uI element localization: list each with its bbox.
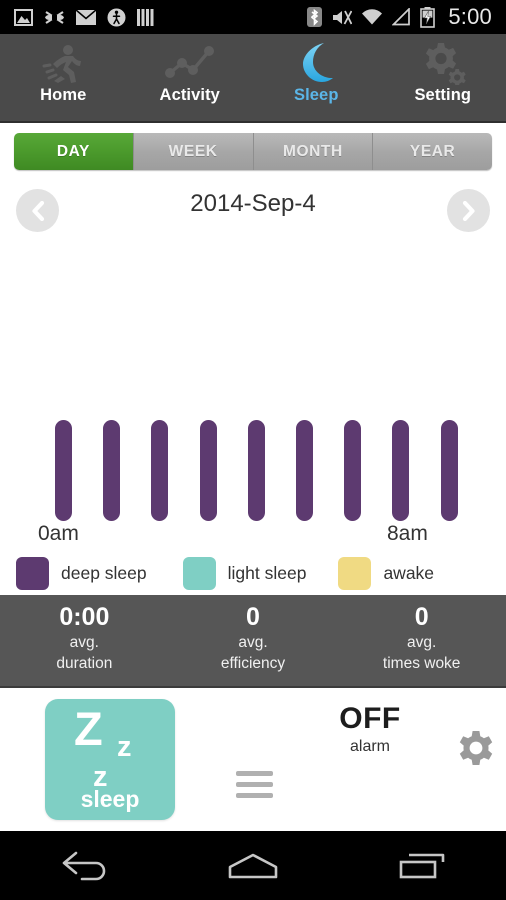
signal-icon <box>392 8 411 26</box>
mute-icon <box>333 10 353 24</box>
main-tab-bar: Home Activity Sleep Setting <box>0 34 506 123</box>
android-home-button[interactable] <box>169 849 338 883</box>
alarm-state-value: OFF <box>339 702 401 735</box>
legend-swatch-light-sleep <box>182 557 216 590</box>
sleep-bars <box>0 240 506 530</box>
legend-swatch-deep-sleep <box>16 557 49 590</box>
status-bar: 5:00 <box>0 0 506 34</box>
shuffle-icon <box>45 10 64 24</box>
home-icon <box>228 853 278 878</box>
chart-axis-labels: 0am 8am <box>0 522 506 552</box>
stat-avg-efficiency-label2: efficiency <box>220 655 286 672</box>
sleep-chart: 0am 8am deep sleep light sleep awake <box>0 240 506 595</box>
period-tab-day[interactable]: DAY <box>14 133 134 170</box>
chevron-right-icon <box>462 200 475 221</box>
bottom-controls: Z z z sleep OFF alarm <box>0 688 506 831</box>
app-root: 5:00 Home Activity Sleep Setting DAY WEE… <box>0 0 506 900</box>
stat-avg-times-woke-label1: avg. <box>407 634 437 651</box>
tab-sleep-label: Sleep <box>293 86 339 104</box>
tab-sleep[interactable]: Sleep <box>253 34 380 121</box>
tab-activity[interactable]: Activity <box>127 34 254 121</box>
axis-label-end: 8am <box>387 522 428 545</box>
moon-icon <box>294 41 338 85</box>
current-date-label: 2014-Sep-4 <box>190 190 316 217</box>
period-tabs: DAY WEEK MONTH YEAR <box>14 133 492 170</box>
mail-icon <box>76 9 96 25</box>
photo-icon <box>14 8 33 26</box>
legend-item-awake: awake <box>338 557 434 590</box>
sleep-bar <box>440 420 458 521</box>
sleep-bar <box>392 420 410 521</box>
stat-avg-times-woke-value: 0 <box>414 603 429 631</box>
status-bar-clock: 5:00 <box>448 4 492 29</box>
back-icon <box>63 851 106 880</box>
stat-avg-duration-value: 0:00 <box>59 603 110 631</box>
gear-icon <box>419 41 467 85</box>
period-tab-bar: DAY WEEK MONTH YEAR <box>0 123 506 180</box>
legend-item-light-sleep: light sleep <box>182 557 307 590</box>
bluetooth-icon <box>307 7 323 27</box>
legend-label-deep-sleep: deep sleep <box>61 563 147 583</box>
sleep-bar <box>151 420 169 521</box>
stat-avg-efficiency-value: 0 <box>246 603 260 631</box>
stat-avg-times-woke: 0 avg. times woke <box>337 595 506 686</box>
hamburger-icon[interactable] <box>236 771 273 798</box>
stat-avg-duration: 0:00 avg. duration <box>0 595 169 686</box>
chart-legend: deep sleep light sleep awake <box>0 552 506 595</box>
legend-swatch-awake <box>338 557 372 590</box>
sleep-bar <box>344 420 362 521</box>
tab-setting-label: Setting <box>414 86 472 104</box>
wifi-icon <box>362 9 383 25</box>
android-recents-button[interactable] <box>337 849 506 883</box>
date-navigation: 2014-Sep-4 <box>0 180 506 240</box>
stat-avg-efficiency-label1: avg. <box>238 634 268 651</box>
android-back-button[interactable] <box>0 849 169 883</box>
recents-icon <box>399 853 444 878</box>
gear-icon <box>459 731 493 765</box>
alarm-label: alarm <box>349 738 390 755</box>
period-tab-week[interactable]: WEEK <box>133 133 254 170</box>
sleep-bar <box>296 420 313 521</box>
legend-label-light-sleep: light sleep <box>227 563 307 583</box>
sleep-button-label: sleep <box>80 786 140 812</box>
sleep-stats-bar: 0:00 avg. duration 0 avg. efficiency 0 a… <box>0 595 506 688</box>
android-navigation-bar <box>0 831 506 900</box>
hamburger-bar <box>236 793 273 798</box>
alarm-status[interactable]: OFF alarm <box>300 702 440 756</box>
stat-avg-duration-label1: avg. <box>69 634 99 651</box>
tab-activity-label: Activity <box>159 86 220 104</box>
stat-avg-duration-label2: duration <box>56 655 113 672</box>
axis-label-start: 0am <box>38 522 79 545</box>
status-bar-left-icons <box>14 8 154 27</box>
stat-avg-efficiency: 0 avg. efficiency <box>169 595 338 686</box>
sleep-bar <box>55 420 72 521</box>
hamburger-bar <box>236 771 273 776</box>
bars-icon <box>137 8 154 26</box>
sleep-bar <box>199 420 217 521</box>
sleep-mode-button[interactable]: Z z z sleep <box>45 699 175 820</box>
tab-home[interactable]: Home <box>0 34 127 121</box>
sleep-z-medium: z <box>117 731 132 763</box>
tab-home-label: Home <box>40 86 87 104</box>
alarm-settings-button[interactable] <box>455 729 497 776</box>
chart-line-icon <box>164 41 215 85</box>
legend-item-deep-sleep: deep sleep <box>16 557 147 590</box>
stat-avg-times-woke-label2: times woke <box>382 655 461 672</box>
tab-setting[interactable]: Setting <box>380 34 506 121</box>
legend-label-awake: awake <box>383 563 435 583</box>
sleep-z-large: Z <box>74 702 103 755</box>
sleep-bar <box>103 420 121 521</box>
next-day-button[interactable] <box>447 189 490 232</box>
battery-charging-icon <box>420 6 436 28</box>
status-bar-right-icons: 5:00 <box>307 4 498 30</box>
hamburger-bar <box>236 782 273 787</box>
period-tab-month[interactable]: MONTH <box>253 133 374 170</box>
runner-icon <box>41 41 85 85</box>
period-tab-year[interactable]: YEAR <box>373 133 492 170</box>
sleep-bar <box>247 420 265 521</box>
pedestrian-icon <box>107 8 126 26</box>
